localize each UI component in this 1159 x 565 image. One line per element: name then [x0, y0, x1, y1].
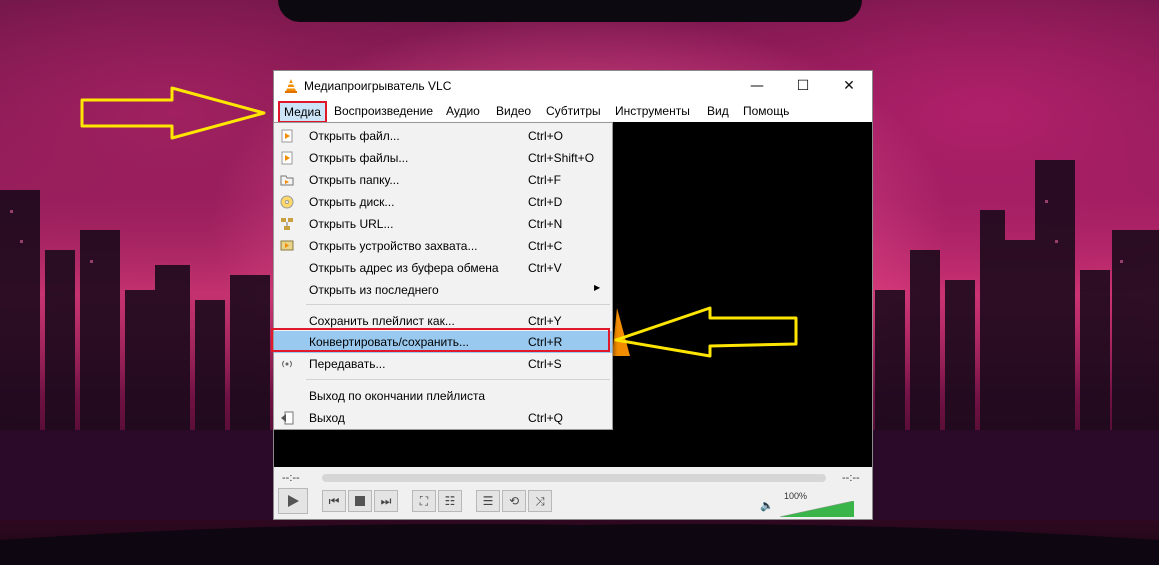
capture-device-icon	[280, 240, 294, 251]
shuffle-icon: ⤨	[535, 493, 545, 508]
menu-item-label: Сохранить плейлист как...	[309, 314, 455, 328]
menu-media[interactable]: Медиа	[278, 101, 327, 123]
menu-separator	[306, 379, 610, 380]
menu-item-shortcut: Ctrl+R	[528, 335, 563, 349]
dashboard-silhouette	[0, 524, 1159, 565]
stop-button[interactable]	[348, 490, 372, 512]
close-button[interactable]: ✕	[826, 71, 872, 101]
menu-item-label: Выход	[309, 411, 345, 425]
vlc-cone-icon	[285, 79, 297, 93]
menu-item-open-recent[interactable]: Открыть из последнего ▶	[274, 279, 612, 301]
extended-settings-button[interactable]: ☷	[438, 490, 462, 512]
menu-item-label: Открыть URL...	[309, 217, 394, 231]
arrow-to-convert-annotation	[614, 306, 798, 358]
playlist-icon: ☰	[482, 494, 494, 508]
menu-subtitles[interactable]: Субтитры	[546, 104, 601, 118]
menu-item-open-files[interactable]: Открыть файлы... Ctrl+Shift+O	[274, 147, 612, 169]
menu-help[interactable]: Помощь	[743, 104, 789, 118]
menu-item-save-playlist[interactable]: Сохранить плейлист как... Ctrl+Y	[274, 310, 612, 332]
play-icon	[288, 495, 299, 507]
maximize-button[interactable]: ☐	[780, 71, 826, 101]
menu-item-label: Открыть устройство захвата...	[309, 239, 478, 253]
previous-button[interactable]: ⏮	[322, 490, 346, 512]
network-icon	[281, 218, 293, 230]
fullscreen-button[interactable]: ⛶	[412, 490, 436, 512]
total-time: --:--	[842, 472, 860, 484]
menu-item-shortcut: Ctrl+Q	[528, 411, 564, 425]
menu-item-label: Выход по окончании плейлиста	[309, 389, 486, 403]
menu-item-convert-save[interactable]: Конвертировать/сохранить... Ctrl+R	[274, 331, 612, 353]
media-dropdown-menu: Открыть файл... Ctrl+O Открыть файлы... …	[273, 122, 613, 430]
stop-icon	[355, 496, 365, 506]
menu-item-label: Передавать...	[309, 357, 386, 371]
menu-item-shortcut: Ctrl+F	[528, 173, 561, 187]
volume-percent: 100%	[784, 491, 808, 501]
menu-item-label: Открыть из последнего	[309, 283, 439, 297]
menu-item-open-capture-device[interactable]: Открыть устройство захвата... Ctrl+C	[274, 235, 612, 257]
loop-button[interactable]: ⟲	[502, 490, 526, 512]
minimize-button[interactable]: —	[734, 71, 780, 101]
window-title: Медиапроигрыватель VLC	[304, 79, 452, 93]
playlist-button[interactable]: ☰	[476, 490, 500, 512]
elapsed-time: --:--	[282, 472, 300, 484]
menu-item-label: Открыть адрес из буфера обмена	[309, 261, 499, 275]
menu-playback[interactable]: Воспроизведение	[334, 104, 433, 118]
open-files-icon	[281, 151, 293, 165]
menu-item-label: Конвертировать/сохранить...	[309, 335, 469, 349]
stream-icon	[282, 360, 292, 368]
menu-item-label: Открыть файл...	[309, 129, 400, 143]
menu-video[interactable]: Видео	[496, 104, 531, 118]
title-bar[interactable]: Медиапроигрыватель VLC — ☐ ✕	[274, 71, 872, 101]
volume-slider[interactable]	[780, 501, 854, 517]
menu-item-shortcut: Ctrl+C	[528, 239, 563, 253]
menu-separator	[306, 304, 610, 305]
speaker-icon[interactable]: 🔈	[760, 499, 774, 512]
controls-panel: --:-- --:-- ⏮ ⏭ ⛶ ☷ ☰ ⟲ ⤨ 🔈 100%	[274, 467, 872, 519]
loop-icon: ⟲	[508, 494, 520, 508]
menu-item-open-clipboard[interactable]: Открыть адрес из буфера обмена Ctrl+V	[274, 257, 612, 279]
submenu-arrow-icon: ▶	[594, 283, 601, 292]
menu-item-exit[interactable]: Выход Ctrl+Q	[274, 407, 612, 429]
top-dark-shape	[278, 0, 862, 22]
fullscreen-icon: ⛶	[419, 493, 429, 508]
menu-item-shortcut: Ctrl+D	[528, 195, 563, 209]
menu-item-shortcut: Ctrl+O	[528, 129, 564, 143]
next-icon: ⏭	[380, 493, 392, 508]
previous-icon: ⏮	[328, 493, 340, 508]
menu-item-shortcut: Ctrl+Shift+O	[528, 151, 595, 165]
menu-item-open-folder[interactable]: Открыть папку... Ctrl+F	[274, 169, 612, 191]
exit-icon	[281, 411, 294, 425]
menu-item-shortcut: Ctrl+Y	[528, 314, 562, 328]
menu-item-quit-at-end[interactable]: Выход по окончании плейлиста	[274, 385, 612, 407]
menu-tools[interactable]: Инструменты	[615, 104, 690, 118]
open-file-icon	[281, 129, 293, 143]
menu-item-label: Открыть файлы...	[309, 151, 409, 165]
menu-item-label: Открыть папку...	[309, 173, 400, 187]
menu-item-shortcut: Ctrl+N	[528, 217, 563, 231]
menu-item-shortcut: Ctrl+S	[528, 357, 562, 371]
menu-item-open-url[interactable]: Открыть URL... Ctrl+N	[274, 213, 612, 235]
menu-bar: Медиа Воспроизведение Аудио Видео Субтит…	[274, 101, 872, 123]
seek-slider[interactable]	[322, 474, 826, 482]
disc-icon	[280, 195, 294, 209]
menu-audio[interactable]: Аудио	[446, 104, 480, 118]
next-button[interactable]: ⏭	[374, 490, 398, 512]
shuffle-button[interactable]: ⤨	[528, 490, 552, 512]
equalizer-icon: ☷	[444, 494, 456, 508]
menu-item-shortcut: Ctrl+V	[528, 261, 562, 275]
menu-item-label: Открыть диск...	[309, 195, 395, 209]
menu-item-open-disc[interactable]: Открыть диск... Ctrl+D	[274, 191, 612, 213]
arrow-to-media-annotation	[80, 86, 266, 140]
play-button[interactable]	[278, 488, 308, 514]
folder-icon	[280, 175, 294, 186]
menu-item-stream[interactable]: Передавать... Ctrl+S	[274, 353, 612, 375]
menu-item-open-file[interactable]: Открыть файл... Ctrl+O	[274, 125, 612, 147]
menu-view[interactable]: Вид	[707, 104, 729, 118]
